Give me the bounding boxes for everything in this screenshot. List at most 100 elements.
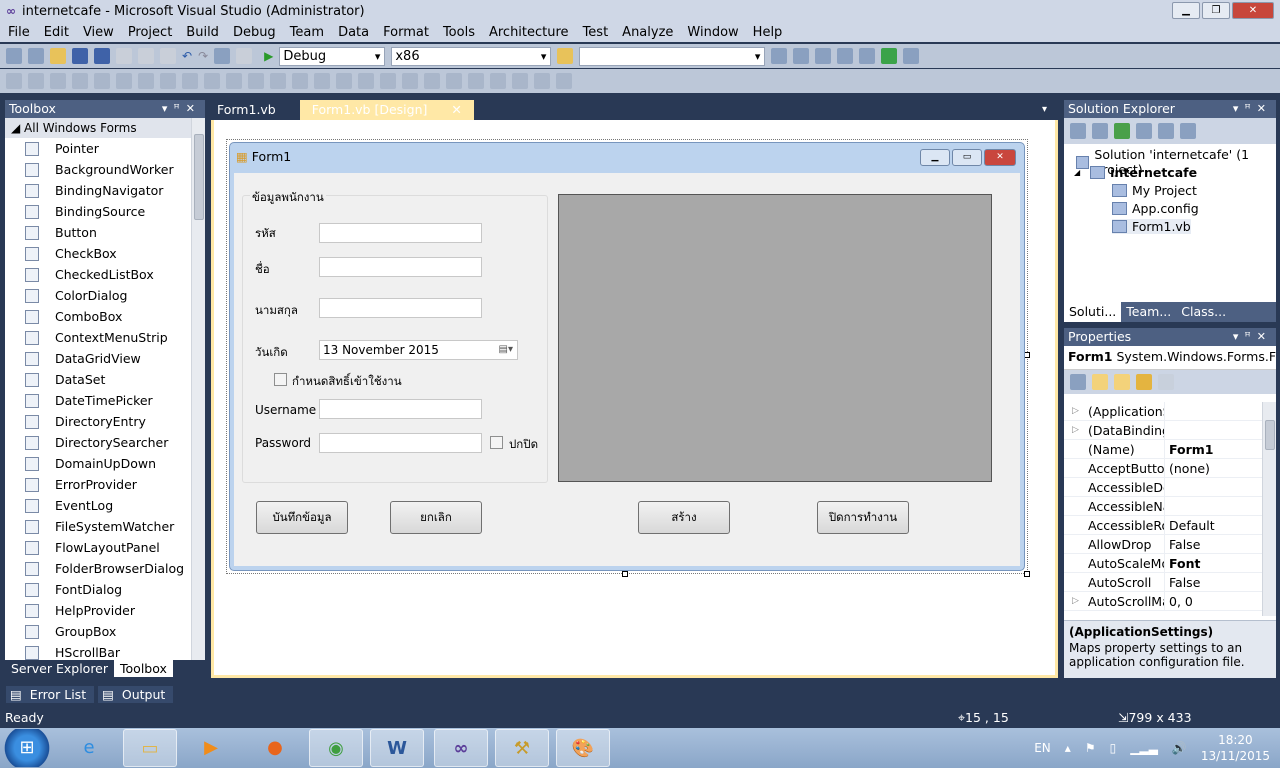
- tab-dropdown-icon[interactable]: ▾: [1042, 104, 1047, 115]
- menu-tools[interactable]: Tools: [437, 25, 483, 40]
- taskbar-media-player-icon[interactable]: ▶: [184, 729, 238, 767]
- restore-button[interactable]: ❐: [1202, 2, 1230, 19]
- toolbox-item-bindingsource[interactable]: BindingSource: [5, 201, 191, 222]
- navigate-forward-icon[interactable]: [236, 48, 253, 64]
- toolbox-item-colordialog[interactable]: ColorDialog: [5, 285, 191, 306]
- events-icon[interactable]: [1136, 374, 1152, 390]
- property-row[interactable]: ▷(ApplicationSe: [1064, 402, 1262, 421]
- menu-analyze[interactable]: Analyze: [616, 25, 681, 40]
- layout-tool-icon[interactable]: [50, 73, 66, 89]
- properties-scrollbar[interactable]: [1262, 402, 1276, 616]
- open-icon[interactable]: [50, 48, 66, 64]
- expand-icon[interactable]: ▷: [1064, 402, 1088, 420]
- layout-tool-icon[interactable]: [182, 73, 198, 89]
- start-button[interactable]: ⊞: [2, 729, 52, 767]
- toolbox-item-filesystemwatcher[interactable]: FileSystemWatcher: [5, 516, 191, 537]
- class-diagram-icon[interactable]: [1180, 123, 1196, 139]
- menu-data[interactable]: Data: [332, 25, 377, 40]
- layout-tool-icon[interactable]: [314, 73, 330, 89]
- properties-icon[interactable]: [793, 48, 810, 64]
- network-icon[interactable]: ▁▂▃: [1130, 741, 1158, 755]
- property-row[interactable]: AcceptButton (none): [1064, 459, 1262, 478]
- birthdate-picker[interactable]: 13 November 2015 ▤▾: [319, 340, 518, 360]
- property-value[interactable]: [1165, 402, 1255, 420]
- navigate-icon[interactable]: [214, 48, 231, 64]
- expand-icon[interactable]: ▷: [1064, 421, 1088, 439]
- menu-debug[interactable]: Debug: [227, 25, 284, 40]
- panel-controls[interactable]: ▾ꟸ✕: [1233, 328, 1272, 346]
- tab-toolbox[interactable]: Toolbox: [114, 660, 173, 677]
- layout-tool-icon[interactable]: [116, 73, 132, 89]
- menu-project[interactable]: Project: [122, 25, 180, 40]
- property-row[interactable]: AutoScroll False: [1064, 573, 1262, 592]
- menu-team[interactable]: Team: [284, 25, 332, 40]
- taskbar-chrome-icon[interactable]: ◉: [309, 729, 363, 767]
- layout-tool-icon[interactable]: [94, 73, 110, 89]
- property-row[interactable]: ▷(DataBindings: [1064, 421, 1262, 440]
- toolbox-item-hscrollbar[interactable]: HScrollBar: [5, 642, 191, 660]
- layout-tool-icon[interactable]: [512, 73, 528, 89]
- power-icon[interactable]: ▯: [1110, 741, 1117, 755]
- password-input[interactable]: [319, 433, 482, 453]
- save-icon[interactable]: [72, 48, 88, 64]
- tab-form1-code[interactable]: Form1.vb: [211, 100, 282, 120]
- menu-file[interactable]: File: [2, 25, 38, 40]
- property-value[interactable]: Default: [1165, 516, 1255, 534]
- property-row[interactable]: AccessibleDes: [1064, 478, 1262, 497]
- properties-icon[interactable]: [1070, 123, 1086, 139]
- action-center-icon[interactable]: ⚑: [1085, 741, 1096, 755]
- taskbar-explorer-icon[interactable]: ▭: [123, 729, 177, 767]
- layout-tool-icon[interactable]: [490, 73, 506, 89]
- toolbox-item-bindingnavigator[interactable]: BindingNavigator: [5, 180, 191, 201]
- tab-error-list[interactable]: ▤ Error List: [6, 686, 95, 703]
- layout-tool-icon[interactable]: [292, 73, 308, 89]
- toolbox-item-folderbrowserdialog[interactable]: FolderBrowserDialog: [5, 558, 191, 579]
- panel-controls[interactable]: ▾ꟸ✕: [1233, 100, 1272, 118]
- menu-view[interactable]: View: [77, 25, 122, 40]
- toolbox-item-domainupdown[interactable]: DomainUpDown: [5, 453, 191, 474]
- toolbox-item-datetimepicker[interactable]: DateTimePicker: [5, 390, 191, 411]
- save-all-icon[interactable]: [94, 48, 110, 64]
- redo-icon[interactable]: ↷: [198, 49, 208, 63]
- property-value[interactable]: Font: [1165, 554, 1255, 572]
- object-selector[interactable]: Form1 System.Windows.Forms.Form: [1064, 346, 1276, 370]
- property-row[interactable]: AutoScaleMocFont: [1064, 554, 1262, 573]
- cancel-button[interactable]: ยกเลิก: [390, 501, 482, 534]
- layout-tool-icon[interactable]: [204, 73, 220, 89]
- layout-tool-icon[interactable]: [424, 73, 440, 89]
- layout-tool-icon[interactable]: [6, 73, 22, 89]
- show-all-files-icon[interactable]: [1092, 123, 1108, 139]
- toolbox-item-errorprovider[interactable]: ErrorProvider: [5, 474, 191, 495]
- clock[interactable]: 18:20 13/11/2015: [1201, 732, 1270, 764]
- property-value[interactable]: [1165, 497, 1255, 515]
- layout-tool-icon[interactable]: [446, 73, 462, 89]
- layout-tool-icon[interactable]: [468, 73, 484, 89]
- menu-help[interactable]: Help: [747, 25, 791, 40]
- layout-tool-icon[interactable]: [226, 73, 242, 89]
- layout-tool-icon[interactable]: [72, 73, 88, 89]
- toolbox-item-checkbox[interactable]: CheckBox: [5, 243, 191, 264]
- property-value[interactable]: False: [1165, 573, 1255, 591]
- picture-box[interactable]: [558, 194, 992, 482]
- view-designer-icon[interactable]: [1158, 123, 1174, 139]
- paste-icon[interactable]: [160, 48, 176, 64]
- alphabetical-icon[interactable]: [1092, 374, 1108, 390]
- properties-view-icon[interactable]: [1114, 374, 1130, 390]
- view-code-icon[interactable]: [1136, 123, 1152, 139]
- toolbox-item-flowlayoutpanel[interactable]: FlowLayoutPanel: [5, 537, 191, 558]
- toolbox-item-backgroundworker[interactable]: BackgroundWorker: [5, 159, 191, 180]
- new-project-icon[interactable]: [6, 48, 22, 64]
- menu-architecture[interactable]: Architecture: [483, 25, 577, 40]
- start-debug-icon[interactable]: ▶: [264, 49, 273, 63]
- toolbox-item-datagridview[interactable]: DataGridView: [5, 348, 191, 369]
- toolbox-item-checkedlistbox[interactable]: CheckedListBox: [5, 264, 191, 285]
- toolbox-item-combobox[interactable]: ComboBox: [5, 306, 191, 327]
- property-value[interactable]: Form1: [1165, 440, 1255, 458]
- tab-server-explorer[interactable]: Server Explorer: [5, 660, 114, 677]
- username-input[interactable]: [319, 399, 482, 419]
- permission-checkbox[interactable]: [274, 373, 287, 386]
- property-row[interactable]: (Name) Form1: [1064, 440, 1262, 459]
- taskbar-firefox-icon[interactable]: ●: [248, 729, 302, 767]
- layout-tool-icon[interactable]: [270, 73, 286, 89]
- find-in-files-icon[interactable]: [557, 48, 574, 64]
